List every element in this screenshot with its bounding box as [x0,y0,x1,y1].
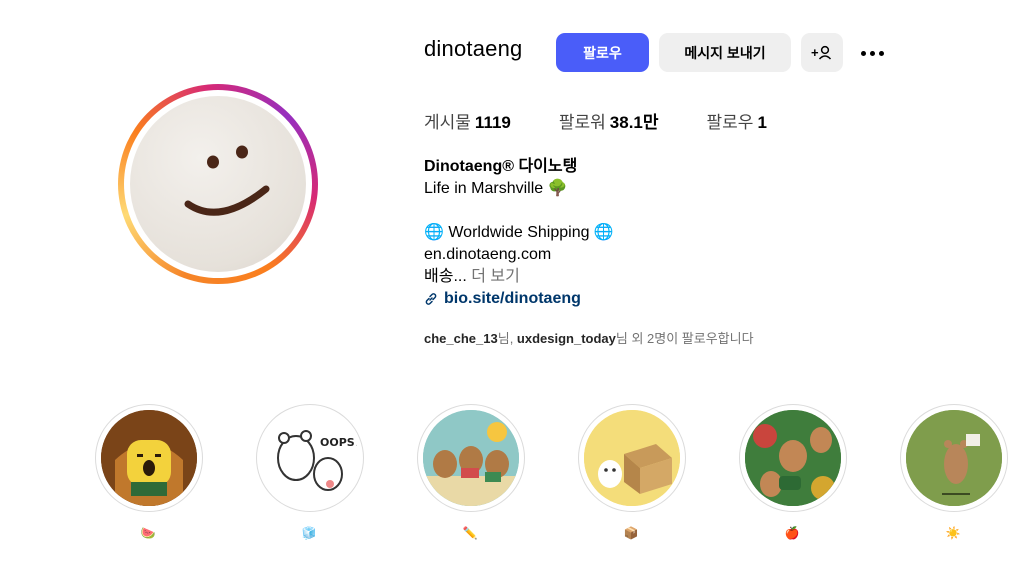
story-highlight-2[interactable]: OOPS! [256,404,364,512]
story-highlight-6[interactable] [900,404,1008,512]
stat-value: 1 [757,113,767,132]
suggest-user-button[interactable]: + [801,33,843,72]
followed-by-separator: 님, [497,331,517,346]
add-user-icon: + [811,45,832,60]
story-highlight-1[interactable] [95,404,203,512]
follower-name[interactable]: uxdesign_today [517,331,616,346]
bio-website-link[interactable]: bio.site/dinotaeng [424,288,614,310]
highlight-thumbnail [101,410,197,506]
link-icon [425,293,437,305]
profile-stats: 게시물 1119 팔로워 38.1만 팔로우 1 [424,108,815,133]
story-highlight-4[interactable] [578,404,686,512]
highlight-thumbnail [906,410,1002,506]
story-highlight-5[interactable] [739,404,847,512]
highlight-label: ☀️ [945,526,961,540]
highlight-label: ✏️ [462,526,478,540]
stat-value: 38.1만 [609,113,659,132]
bio-line: 🌐 Worldwide Shipping 🌐 [424,224,614,241]
highlight-label: 🍉 [140,526,156,540]
profile-display-name: Dinotaeng® 다이노탱 [424,158,578,175]
bio-line: Life in Marshville 🌳 [424,180,568,197]
stat-value: 1119 [474,113,511,132]
message-button[interactable]: 메시지 보내기 [659,33,791,72]
bio-line-truncated: 배송... 더 보기 [424,266,614,288]
follow-button[interactable]: 팔로우 [556,33,649,72]
profile-avatar[interactable] [118,84,318,284]
oops-text: OOPS! [320,436,358,449]
stat-followers[interactable]: 팔로워 38.1만 [559,108,659,133]
bio-line: en.dinotaeng.com [424,246,552,263]
highlight-thumbnail [745,410,841,506]
profile-username: dinotaeng [424,36,523,61]
followed-by-suffix: 님 외 2명이 팔로우합니다 [615,331,754,346]
highlight-thumbnail: OOPS! [262,410,358,506]
highlight-thumbnail [423,410,519,506]
svg-text:+: + [811,45,819,60]
highlight-thumbnail [584,410,680,506]
more-options-icon[interactable] [856,42,888,64]
stat-label: 팔로우 [706,113,754,132]
website-url: bio.site/dinotaeng [444,290,581,307]
bio-line: 배송... [424,268,467,285]
more-link[interactable]: 더 보기 [471,268,520,285]
highlight-label: 🍎 [784,526,800,540]
highlight-label: 📦 [623,526,639,540]
story-highlight-3[interactable] [417,404,525,512]
stat-following[interactable]: 팔로우 1 [707,108,767,133]
stat-label: 팔로워 [558,113,606,132]
highlight-label: 🧊 [301,526,317,540]
profile-bio: Dinotaeng® 다이노탱 Life in Marshville 🌳 🌐 W… [424,156,614,310]
stat-label: 게시물 [424,113,471,132]
follower-name[interactable]: che_che_13 [424,331,498,346]
stat-posts: 게시물 1119 [424,108,511,133]
smiley-face-image [184,145,270,216]
followed-by-text[interactable]: che_che_13님, uxdesign_today님 외 2명이 팔로우합니… [424,328,754,347]
